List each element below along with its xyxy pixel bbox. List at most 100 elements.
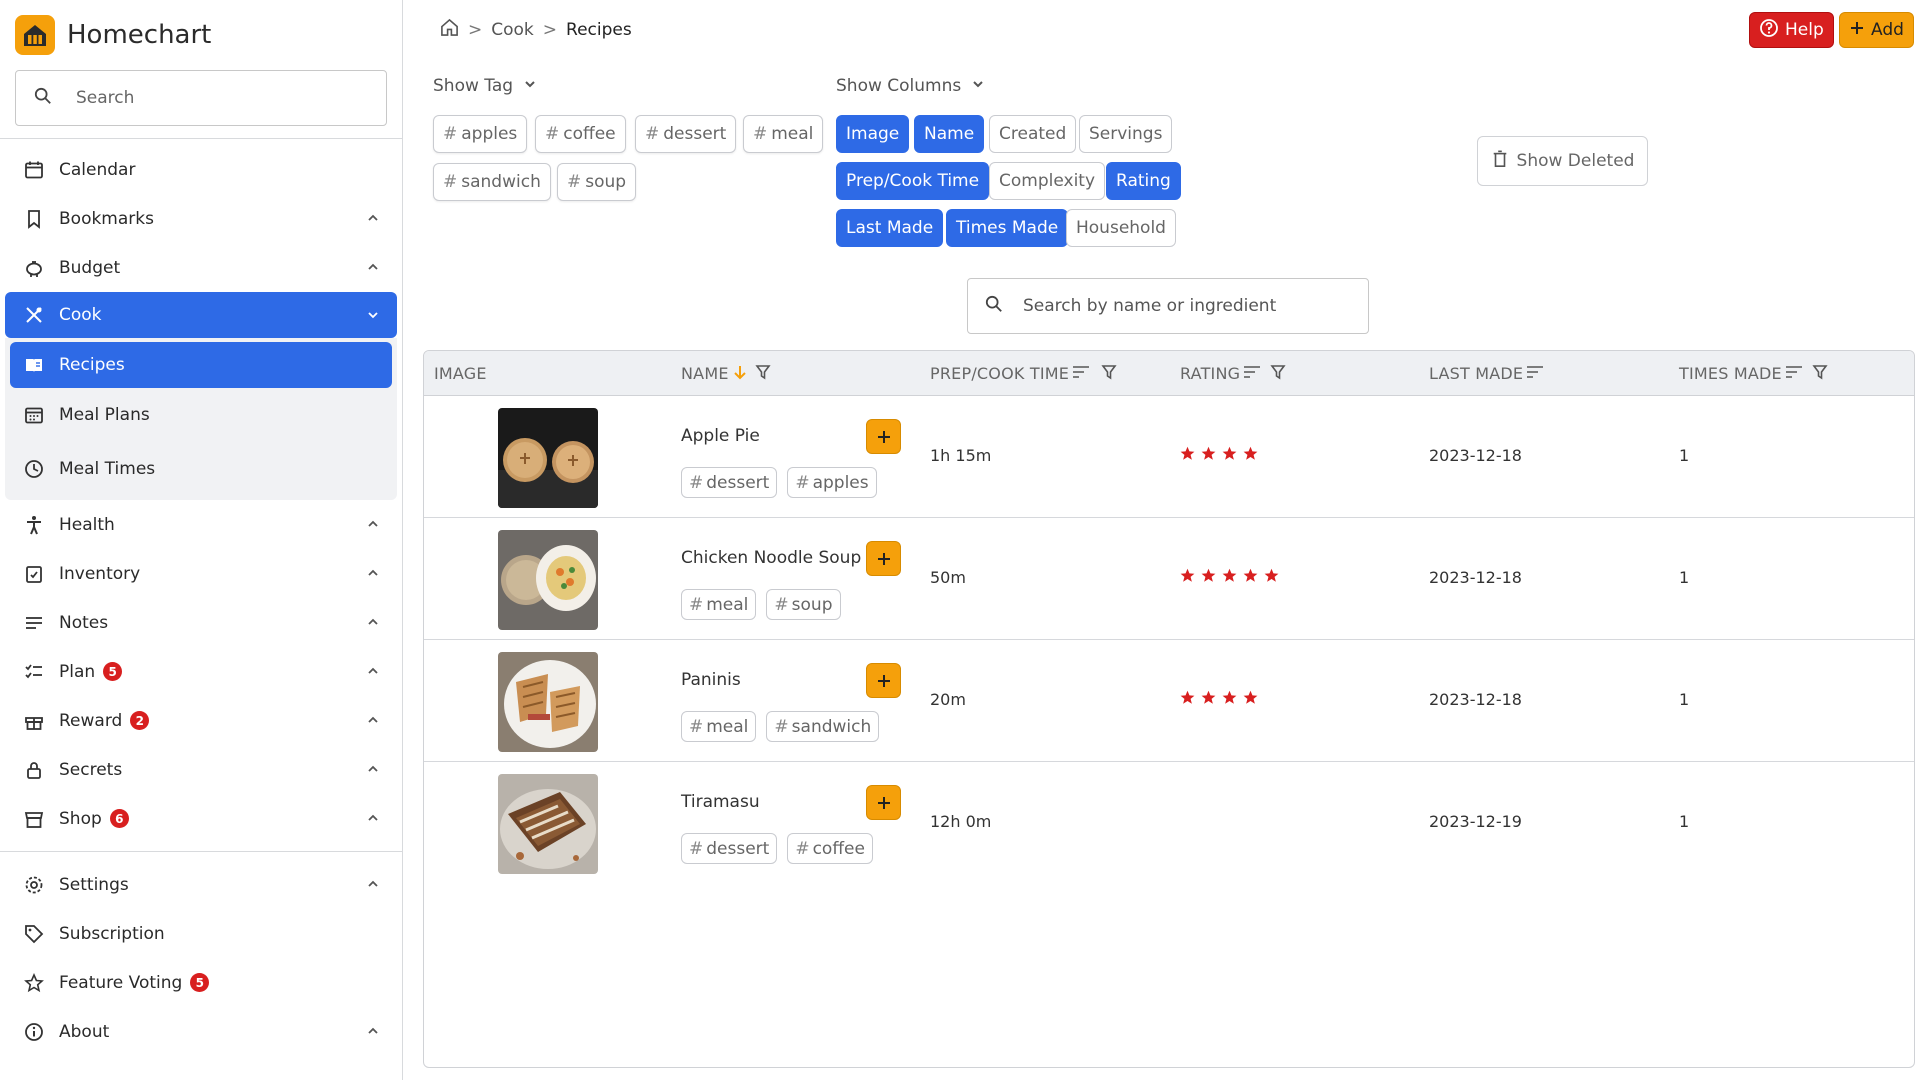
column-header-prep-cook-time[interactable]: PREP/COOK TIME xyxy=(930,351,1117,396)
chevron-up-icon[interactable] xyxy=(366,876,380,896)
column-header-rating[interactable]: RATING xyxy=(1180,351,1286,396)
column-toggle-name[interactable]: Name xyxy=(914,115,985,153)
filter-icon[interactable] xyxy=(752,364,771,384)
sort-icon[interactable] xyxy=(1523,364,1544,384)
recipe-image-apple-pie[interactable] xyxy=(498,408,598,508)
tag-filter-soup[interactable]: # soup xyxy=(557,163,637,201)
add-to-meal-plan-button[interactable] xyxy=(866,663,901,698)
sidebar-item-settings[interactable]: Settings xyxy=(0,860,402,909)
table-row[interactable]: Paninis # meal # sandwich 20m 2023-12-18 1 xyxy=(424,640,1914,762)
column-toggle-last-made[interactable]: Last Made xyxy=(836,209,944,247)
sidebar-search[interactable] xyxy=(15,70,387,126)
brand[interactable]: Homechart xyxy=(0,0,402,70)
chevron-up-icon[interactable] xyxy=(366,663,380,683)
tag-filter-coffee[interactable]: # coffee xyxy=(535,115,626,153)
help-button[interactable]: Help xyxy=(1749,12,1834,48)
sidebar-item-secrets[interactable]: Secrets xyxy=(0,745,402,794)
sidebar-search-input[interactable] xyxy=(76,88,376,108)
sidebar-item-subscription[interactable]: Subscription xyxy=(0,909,402,958)
column-toggle-created[interactable]: Created xyxy=(989,115,1077,153)
column-toggle-times-made[interactable]: Times Made xyxy=(946,209,1069,247)
recipe-image-chicken-noodle-soup[interactable] xyxy=(498,530,598,630)
column-header-name[interactable]: NAME xyxy=(681,351,771,396)
chevron-up-icon[interactable] xyxy=(366,761,380,781)
sort-icon[interactable] xyxy=(1240,364,1261,384)
column-toggle-servings[interactable]: Servings xyxy=(1079,115,1173,153)
column-header-times-made[interactable]: TIMES MADE xyxy=(1679,351,1828,396)
column-toggle-complexity[interactable]: Complexity xyxy=(989,162,1106,200)
sidebar-item-reward[interactable]: Reward 2 xyxy=(0,696,402,745)
chevron-up-icon[interactable] xyxy=(366,565,380,585)
tag-filter-dessert[interactable]: # dessert xyxy=(635,115,737,153)
recipe-tag[interactable]: # dessert xyxy=(681,467,778,498)
add-to-meal-plan-button[interactable] xyxy=(866,541,901,576)
home-icon[interactable] xyxy=(440,18,459,42)
add-to-meal-plan-button[interactable] xyxy=(866,419,901,454)
recipe-tag[interactable]: # coffee xyxy=(787,833,873,864)
recipe-tag[interactable]: # sandwich xyxy=(766,711,880,742)
breadcrumb-cook[interactable]: Cook xyxy=(491,20,534,40)
column-toggle-image[interactable]: Image xyxy=(836,115,910,153)
recipe-tag[interactable]: # meal xyxy=(681,589,757,620)
chevron-down-icon[interactable] xyxy=(366,307,380,327)
recipe-tag[interactable]: # dessert xyxy=(681,833,778,864)
sidebar-item-notes[interactable]: Notes xyxy=(0,598,402,647)
hash-icon: # xyxy=(689,838,704,859)
table-row[interactable]: Tiramasu # dessert # coffee 12h 0m 2023-12… xyxy=(424,762,1914,884)
chevron-up-icon[interactable] xyxy=(366,1023,380,1043)
sidebar-item-health[interactable]: Health xyxy=(0,500,402,549)
recipe-name[interactable]: Paninis xyxy=(681,670,741,690)
filter-icon[interactable] xyxy=(1267,364,1286,384)
recipe-name[interactable]: Tiramasu xyxy=(681,792,760,812)
chevron-up-icon[interactable] xyxy=(366,210,380,230)
recipe-image-paninis[interactable] xyxy=(498,652,598,752)
chevron-up-icon[interactable] xyxy=(366,614,380,634)
sidebar-item-meal-times[interactable]: Meal Times xyxy=(5,442,397,496)
sidebar-item-recipes[interactable]: Recipes xyxy=(10,342,392,388)
column-toggle-rating[interactable]: Rating xyxy=(1106,162,1181,200)
sidebar-item-about[interactable]: About xyxy=(0,1007,402,1056)
tag-filter-sandwich[interactable]: # sandwich xyxy=(433,163,551,201)
sidebar-item-shop[interactable]: Shop 6 xyxy=(0,794,402,843)
sort-arrow-down-icon[interactable] xyxy=(729,364,748,384)
show-tag-toggle[interactable]: Show Tag xyxy=(433,76,537,96)
table-row[interactable]: Apple Pie # dessert # apples 1h 15m 2023-1… xyxy=(424,396,1914,518)
chevron-up-icon[interactable] xyxy=(366,712,380,732)
sort-icon[interactable] xyxy=(1069,364,1090,384)
tag-filter-apples[interactable]: # apples xyxy=(433,115,528,153)
sort-icon[interactable] xyxy=(1782,364,1803,384)
sidebar-item-calendar[interactable]: Calendar xyxy=(0,145,402,194)
tag-filter-meal[interactable]: # meal xyxy=(743,115,824,153)
table-row[interactable]: Chicken Noodle Soup # meal # soup 50m 2023… xyxy=(424,518,1914,640)
sidebar-item-cook[interactable]: Cook xyxy=(5,292,397,338)
sidebar-item-bookmarks[interactable]: Bookmarks xyxy=(0,194,402,243)
recipe-tag[interactable]: # meal xyxy=(681,711,757,742)
chevron-up-icon[interactable] xyxy=(366,259,380,279)
recipe-tag[interactable]: # soup xyxy=(766,589,841,620)
breadcrumb-separator: > xyxy=(468,20,483,40)
show-columns-toggle[interactable]: Show Columns xyxy=(836,76,985,96)
recipe-image-tiramasu[interactable] xyxy=(498,774,598,874)
recipe-name[interactable]: Apple Pie xyxy=(681,426,760,446)
sidebar-item-plan[interactable]: Plan 5 xyxy=(0,647,402,696)
sidebar-item-inventory[interactable]: Inventory xyxy=(0,549,402,598)
hash-icon: # xyxy=(689,594,704,615)
recipe-search[interactable] xyxy=(967,278,1369,334)
recipe-name[interactable]: Chicken Noodle Soup xyxy=(681,548,861,568)
chevron-up-icon[interactable] xyxy=(366,810,380,830)
show-deleted-button[interactable]: Show Deleted xyxy=(1477,136,1648,186)
add-to-meal-plan-button[interactable] xyxy=(866,785,901,820)
recipe-search-input[interactable] xyxy=(1023,296,1363,316)
column-toggle-prep-cook-time[interactable]: Prep/Cook Time xyxy=(836,162,990,200)
sidebar-item-budget[interactable]: Budget xyxy=(0,243,402,292)
sidebar-item-meal-plans[interactable]: Meal Plans xyxy=(5,388,397,442)
filter-icon[interactable] xyxy=(1098,364,1117,384)
filter-icon[interactable] xyxy=(1809,364,1828,384)
recipe-tag[interactable]: # apples xyxy=(787,467,877,498)
chevron-up-icon[interactable] xyxy=(366,516,380,536)
times-made: 1 xyxy=(1679,690,1690,709)
add-button[interactable]: Add xyxy=(1839,12,1914,48)
column-header-last-made[interactable]: LAST MADE xyxy=(1429,351,1544,396)
sidebar-item-feature-voting[interactable]: Feature Voting 5 xyxy=(0,958,402,1007)
column-toggle-household[interactable]: Household xyxy=(1066,209,1176,247)
